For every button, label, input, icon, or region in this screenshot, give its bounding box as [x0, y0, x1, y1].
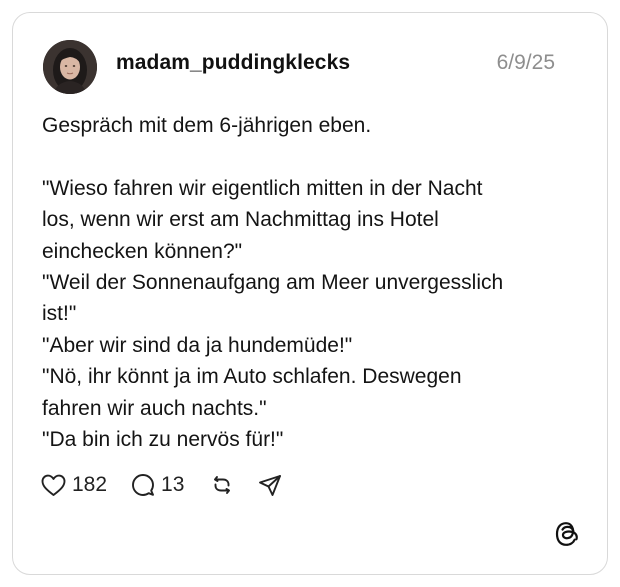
action-bar: 182 13: [41, 470, 282, 500]
post-text-line: ist!": [42, 302, 77, 326]
like-count: 182: [72, 473, 108, 496]
threads-logo-icon[interactable]: [553, 520, 579, 548]
post-text-line: "Da bin ich zu nervös für!": [42, 428, 284, 452]
reply-count: 13: [161, 473, 185, 496]
heart-icon: [41, 474, 66, 496]
post-text-line: "Wieso fahren wir eigentlich mitten in d…: [42, 176, 483, 200]
post-card: madam_puddingklecks 6/9/25 Gespräch mit …: [12, 12, 608, 575]
post-date: 6/9/25: [496, 51, 555, 74]
post-text-line: fahren wir auch nachts.": [42, 396, 267, 420]
avatar[interactable]: [43, 40, 97, 94]
post-text-line: "Aber wir sind da ja hundemüde!": [42, 333, 353, 357]
reply-button[interactable]: 13: [131, 473, 184, 497]
username[interactable]: madam_puddingklecks: [116, 51, 350, 75]
avatar-image: [43, 40, 97, 94]
comment-icon: [132, 474, 154, 496]
post-text-line: los, wenn wir erst am Nachmittag ins Hot…: [42, 208, 439, 232]
share-button[interactable]: [258, 473, 282, 497]
threads-logo-icon: [555, 522, 578, 546]
like-button[interactable]: 182: [41, 473, 107, 497]
share-icon: [259, 475, 282, 496]
post-text-line: "Weil der Sonnenaufgang am Meer unverges…: [42, 271, 504, 295]
repost-icon: [214, 476, 231, 494]
post-text-line: "Nö, ihr könnt ja im Auto schlafen. Desw…: [42, 365, 462, 389]
repost-button[interactable]: [210, 473, 234, 497]
post-text-line: [42, 141, 562, 172]
post-text-line: Gespräch mit dem 6-jährigen eben.: [42, 114, 372, 137]
post-text: Gespräch mit dem 6-jährigen eben. "Wieso…: [42, 110, 562, 455]
post-text-line: einchecken können?": [42, 239, 243, 263]
